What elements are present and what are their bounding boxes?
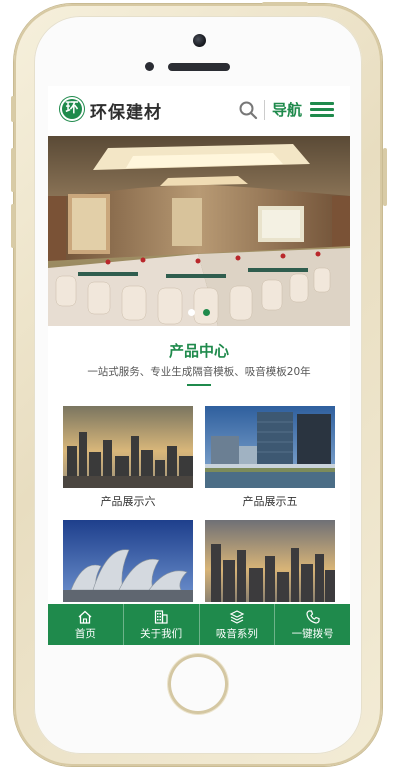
volume-up-button — [11, 148, 15, 192]
hamburger-menu-icon[interactable] — [310, 102, 334, 118]
front-camera — [193, 34, 206, 47]
home-button[interactable] — [168, 654, 228, 714]
header-divider — [264, 100, 265, 120]
product-card[interactable] — [205, 520, 335, 607]
product-image — [205, 520, 335, 602]
product-card[interactable] — [63, 520, 193, 607]
site-header: 环 环保建材 导航 — [48, 86, 350, 134]
product-label[interactable]: 产品展示五 — [205, 493, 335, 509]
product-card[interactable]: 产品展示五 — [205, 406, 335, 509]
home-icon — [78, 610, 92, 624]
slide-dot-2-active[interactable] — [203, 309, 210, 316]
tab-home[interactable]: 首页 — [48, 604, 124, 645]
phone-icon — [306, 610, 320, 624]
phone-screen: 环 环保建材 导航 产品中心 一站式服务、专业生成隔音模板、吸音模板20年 产品… — [48, 86, 350, 645]
section-title: 产品中心 — [168, 342, 229, 360]
search-icon[interactable] — [238, 100, 258, 120]
hero-banner[interactable] — [48, 136, 350, 326]
tab-label: 首页 — [74, 628, 96, 640]
earpiece-speaker — [168, 63, 230, 71]
power-button — [383, 148, 387, 206]
proximity-sensor — [145, 62, 154, 71]
product-label[interactable]: 产品展示六 — [63, 493, 193, 509]
top-button — [262, 2, 308, 6]
product-image — [205, 406, 335, 488]
tab-call[interactable]: 一键拨号 — [275, 604, 350, 645]
title-underline — [187, 384, 211, 386]
tab-label: 吸音系列 — [215, 628, 258, 640]
site-logo-text[interactable]: 环保建材 — [90, 98, 162, 123]
slide-dot-1[interactable] — [188, 309, 195, 316]
product-image — [63, 520, 193, 602]
volume-down-button — [11, 204, 15, 248]
bottom-tab-bar: 首页 关于我们 吸音系列 一键拨号 — [48, 604, 350, 645]
tab-label: 一键拨号 — [291, 628, 334, 640]
logo-icon[interactable]: 环 — [60, 97, 84, 121]
tab-about[interactable]: 关于我们 — [124, 604, 200, 645]
nav-button[interactable]: 导航 — [272, 99, 302, 120]
product-image — [63, 406, 193, 488]
mute-switch — [11, 96, 15, 122]
conference-hall-image — [48, 136, 350, 326]
product-card[interactable]: 产品展示六 — [63, 406, 193, 509]
tab-acoustic-series[interactable]: 吸音系列 — [200, 604, 276, 645]
tab-label: 关于我们 — [140, 628, 183, 640]
building-icon — [155, 610, 168, 624]
layers-icon — [229, 610, 245, 624]
section-subtitle: 一站式服务、专业生成隔音模板、吸音模板20年 — [87, 366, 311, 378]
